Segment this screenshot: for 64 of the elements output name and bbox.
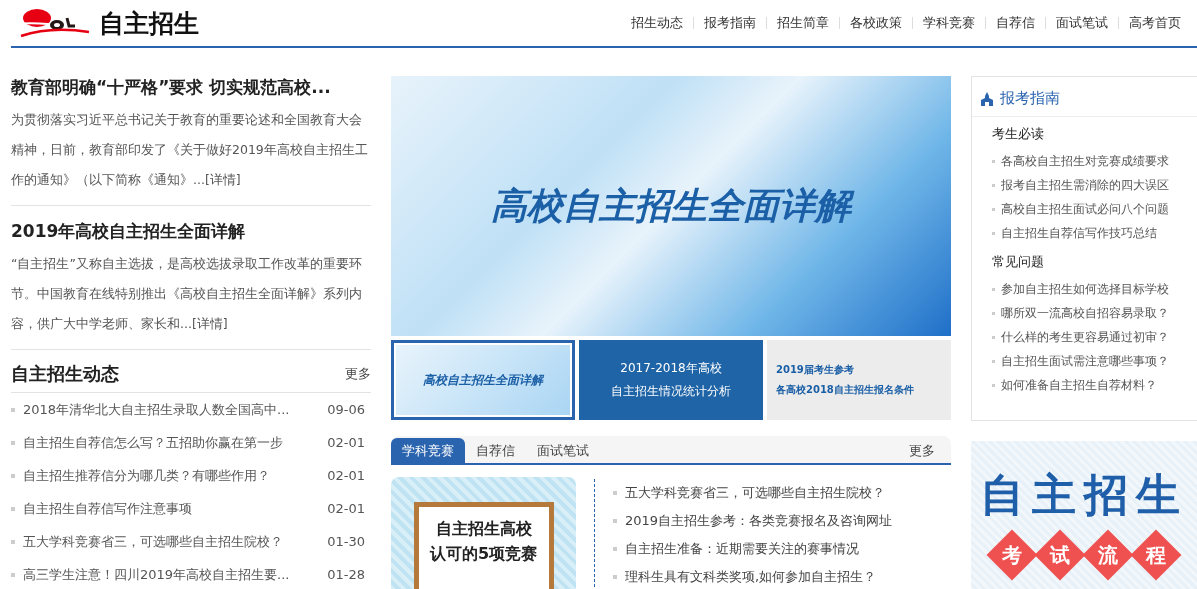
nav-link[interactable]: 自荐信 [986,14,1045,32]
contest-link[interactable]: 2019自主招生参考：各类竞赛报名及咨询网址 [625,512,893,530]
news-date: 02-01 [327,468,366,483]
group-heading: 考生必读 [992,125,1045,143]
guide-link[interactable]: 哪所双一流高校自招容易录取？ [1001,305,1169,321]
process-banner-graphic[interactable]: 自主招生 考 试 流 程 [971,441,1197,589]
details-link[interactable]: [详情] [204,172,241,187]
guide-link[interactable]: 自主招生自荐信写作技巧总结 [1001,225,1157,241]
nav-link[interactable]: 报考指南 [694,14,766,32]
contest-link[interactable]: 自主招生准备：近期需要关注的赛事情况 [625,540,859,558]
article-title[interactable]: 教育部明确“十严格”要求 切实规范高校... [11,76,371,99]
news-date: 02-01 [327,501,366,516]
contest-link[interactable]: 五大学科竞赛省三，可选哪些自主招生院校？ [625,484,885,502]
banner-graphic[interactable]: 高校自主招生全面详解 [391,76,951,336]
tab[interactable]: 面试笔试 [526,438,600,463]
article-summary: 为贯彻落实习近平总书记关于教育的重要论述和全国教育大会精神，日前，教育部印发了《关于做好2019年高校自主招生工作的通知》（以下简称《通知》...[详情] [11,111,369,189]
thumbnail-caption: 2019届考生参考 [776,363,854,377]
contest-card-graphic[interactable]: 自主招生高校 认可的5项竞赛 [391,477,576,589]
group-heading: 常见问题 [992,253,1045,271]
tab[interactable]: 学科竞赛 [391,438,465,463]
building-icon [980,91,994,106]
article-title[interactable]: 2019年高校自主招生全面详解 [11,220,371,243]
contest-link[interactable]: 理科生具有文科类奖项,如何参加自主招生？ [625,568,877,586]
nav-link[interactable]: 面试笔试 [1046,14,1118,32]
card-caption: 认可的5项竞赛 [429,544,538,565]
banner-title: 自主招生 [980,468,1188,522]
article-summary: “自主招生”又称自主选拔，是高校选拔录取工作改革的重要环节。中国教育在线特别推出《高校自主招生全面详解》系列内容，供广大中学老师、家长和...[详情] [11,255,363,333]
banner-thumbnail[interactable]: 2017-2018年高校 自主招生情况统计分析 [579,340,763,420]
news-link[interactable]: 五大学科竞赛省三，可选哪些自主招生院校？ [23,532,322,551]
nav-link[interactable]: 学科竞赛 [913,14,985,32]
thumbnail-caption: 2017-2018年高校 [620,360,722,377]
banner-thumbnail[interactable]: 高校自主招生全面详解 [391,340,575,420]
news-link[interactable]: 2018年清华北大自主招生录取人数全国高中... [23,400,322,419]
news-link[interactable]: 自主招生自荐信怎么写？五招助你赢在第一步 [23,433,322,452]
thumbnail-caption: 自主招生情况统计分析 [611,383,731,400]
guide-link[interactable]: 高校自主招生面试必问八个问题 [1001,201,1169,217]
details-link[interactable]: [详情] [191,316,228,331]
guide-link[interactable]: 各高校自主招生对竞赛成绩要求 [1001,153,1169,169]
card-caption: 自主招生高校 [435,519,532,540]
guide-link[interactable]: 如何准备自主招生自荐材料？ [1001,377,1157,393]
guide-link[interactable]: 自主招生面试需注意哪些事项？ [1001,353,1169,369]
news-date: 01-30 [327,534,366,549]
more-link[interactable]: 更多 [893,438,951,463]
panel-title: 报考指南 [1000,89,1060,108]
thumbnail-caption: 各高校2018自主招生报名条件 [776,383,914,397]
more-link[interactable]: 更多 [345,365,371,383]
tab[interactable]: 自荐信 [465,438,526,463]
news-link[interactable]: 高三学生注意！四川2019年高校自主招生要... [23,565,322,584]
news-date: 09-06 [327,402,366,417]
news-link[interactable]: 自主招生推荐信分为哪几类？有哪些作用？ [23,466,322,485]
news-link[interactable]: 自主招生自荐信写作注意事项 [23,499,322,518]
site-title: 自主招生 [99,7,199,40]
nav-link[interactable]: 招生动态 [621,14,693,32]
banner-thumbnail[interactable]: 2019届考生参考 各高校2018自主招生报名条件 [767,340,951,420]
nav-link[interactable]: 各校政策 [840,14,912,32]
news-date: 01-28 [327,567,366,582]
news-date: 02-01 [327,435,366,450]
guide-link[interactable]: 什么样的考生更容易通过初审？ [1001,329,1169,345]
guide-link[interactable]: 报考自主招生需消除的四大误区 [1001,177,1169,193]
section-title: 自主招生动态 [11,362,119,386]
thumbnail-caption: 高校自主招生全面详解 [423,371,543,389]
nav-link[interactable]: 高考首页 [1119,14,1191,32]
guide-link[interactable]: 参加自主招生如何选择目标学校 [1001,281,1169,297]
nav-link[interactable]: 招生简章 [767,14,839,32]
